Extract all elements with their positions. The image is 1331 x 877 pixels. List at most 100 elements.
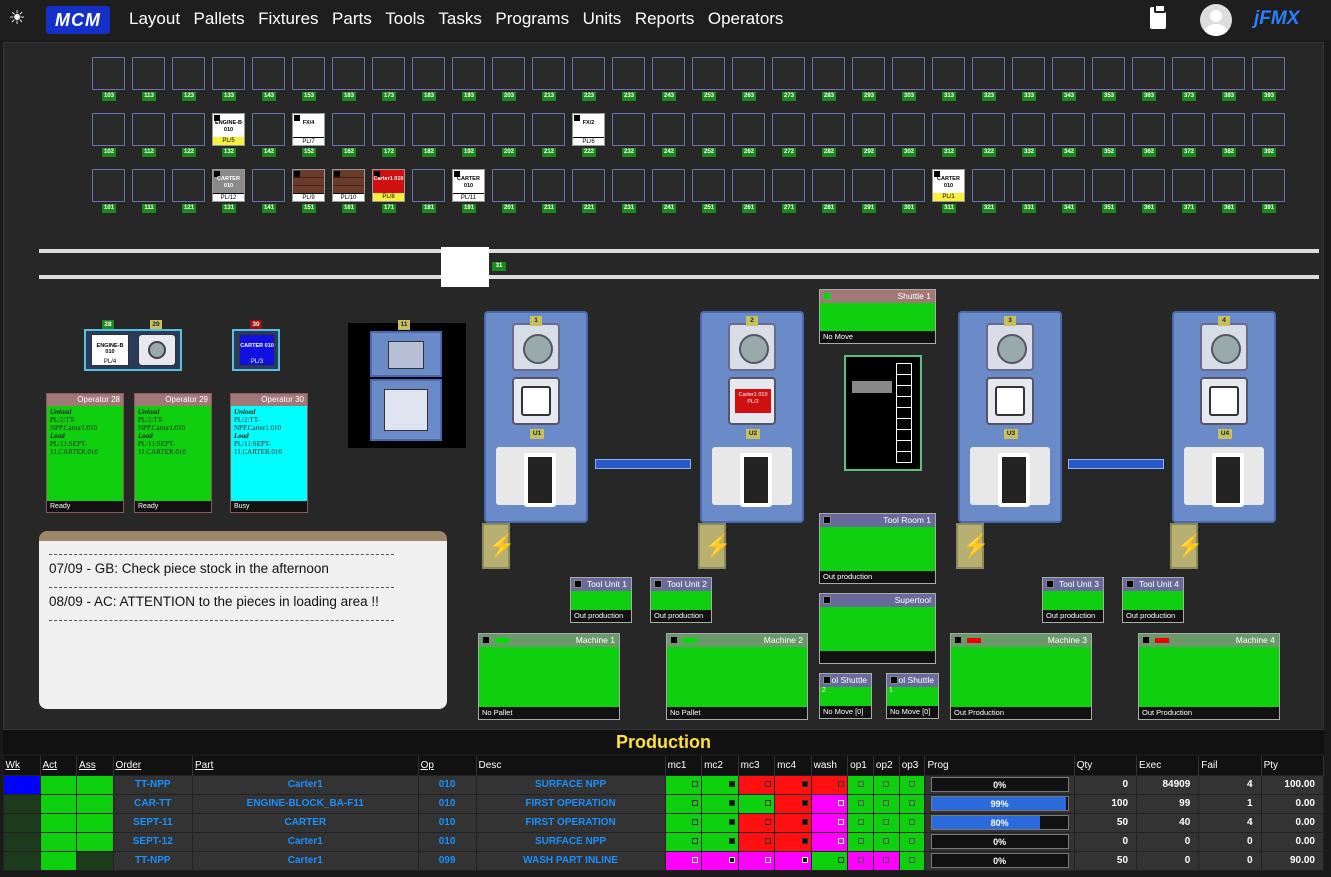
column-header[interactable]: mc2 [701, 756, 739, 775]
stocker-slot[interactable] [372, 113, 405, 146]
stocker-slot[interactable] [612, 57, 645, 90]
nav-tasks[interactable]: Tasks [438, 9, 481, 29]
stocker-slot[interactable] [972, 113, 1005, 146]
column-header[interactable]: op3 [899, 756, 926, 775]
machine-body[interactable]: Carter1 010 PL/2 [700, 311, 804, 523]
stocker-slot[interactable] [1252, 169, 1285, 202]
stocker-slot[interactable] [332, 113, 365, 146]
stocker-slot[interactable] [1012, 113, 1045, 146]
stocker-slot[interactable] [852, 113, 885, 146]
stocker-slot[interactable] [892, 113, 925, 146]
stocker-slot[interactable] [572, 57, 605, 90]
column-header[interactable]: Act [40, 756, 78, 775]
stocker-slot[interactable] [932, 57, 965, 90]
unit-tool-unit-1[interactable]: Tool Unit 1 Out production [570, 577, 632, 623]
machine-body[interactable] [1172, 311, 1276, 523]
operator-card[interactable]: Operator 29 Unload PL/2:TT-NPP.Carter1.010… [134, 393, 212, 513]
stocker-slot[interactable] [172, 113, 205, 146]
stocker-slot[interactable] [1172, 113, 1205, 146]
unit-tool-unit-4[interactable]: Tool Unit 4 Out production [1122, 577, 1184, 623]
stocker-slot[interactable] [1092, 113, 1125, 146]
production-row[interactable]: SEPT-11 CARTER 010 FIRST OPERATION 80% 50 40 4 0… [3, 812, 1325, 833]
stocker-slot[interactable] [412, 57, 445, 90]
stocker-slot[interactable] [252, 169, 285, 202]
column-header[interactable]: mc4 [774, 756, 812, 775]
stocker-slot[interactable] [972, 57, 1005, 90]
stocker-slot[interactable] [1132, 113, 1165, 146]
stocker-slot-pallet[interactable]: FX/2 PL/6 [572, 113, 605, 146]
stocker-slot[interactable] [1052, 57, 1085, 90]
nav-reports[interactable]: Reports [635, 9, 695, 29]
column-header[interactable]: Ass [76, 756, 114, 775]
unit-tool-unit-3[interactable]: Tool Unit 3 Out production [1042, 577, 1104, 623]
stocker-slot[interactable] [1252, 113, 1285, 146]
load-station-30[interactable]: CARTER 010 PL/3 [232, 329, 280, 371]
stocker-slot[interactable] [772, 169, 805, 202]
column-header[interactable]: mc1 [665, 756, 703, 775]
stocker-slot[interactable] [692, 169, 725, 202]
stocker-slot[interactable] [1172, 57, 1205, 90]
nav-layout[interactable]: Layout [129, 9, 180, 29]
stocker-slot[interactable] [1092, 57, 1125, 90]
stocker-slot[interactable] [1132, 169, 1165, 202]
stocker-slot-pallet[interactable]: CARTER 010 PL/11 [452, 169, 485, 202]
nav-pallets[interactable]: Pallets [194, 9, 245, 29]
stocker-slot[interactable] [252, 113, 285, 146]
stocker-slot[interactable] [692, 57, 725, 90]
column-header[interactable]: Pty [1261, 756, 1325, 775]
stocker-slot[interactable] [92, 57, 125, 90]
stocker-slot[interactable] [812, 57, 845, 90]
stocker-slot[interactable] [492, 113, 525, 146]
column-header[interactable]: mc3 [738, 756, 776, 775]
stocker-slot[interactable] [1212, 169, 1245, 202]
tool-rack[interactable] [844, 355, 922, 471]
user-avatar[interactable] [1200, 4, 1232, 36]
stocker-slot[interactable] [492, 169, 525, 202]
stocker-slot-pallet[interactable]: CARTER 010 PL/12 [212, 169, 245, 202]
column-header[interactable]: Exec [1136, 756, 1200, 775]
theme-toggle-icon[interactable]: ☀ [6, 8, 28, 30]
stocker-slot[interactable] [1052, 113, 1085, 146]
stocker-slot-pallet[interactable]: PL/9 [292, 169, 325, 202]
stocker-slot[interactable] [732, 57, 765, 90]
stocker-slot[interactable] [532, 113, 565, 146]
stocker-slot[interactable] [732, 113, 765, 146]
stocker-slot[interactable] [1132, 57, 1165, 90]
wash-station[interactable]: 11 [348, 320, 466, 448]
unit-machine-2[interactable]: Machine 2 No Pallet [666, 633, 808, 720]
stocker-slot[interactable] [652, 113, 685, 146]
unit-shuttle-1[interactable]: Shuttle 1 No Move [819, 289, 936, 344]
production-row[interactable]: SEPT-12 Carter1 010 SURFACE NPP 0% 0 0 0 0.00 [3, 831, 1325, 852]
column-header[interactable]: Prog [924, 756, 1075, 775]
stocker-slot[interactable] [212, 57, 245, 90]
stocker-slot[interactable] [172, 169, 205, 202]
stocker-slot[interactable] [732, 169, 765, 202]
stocker-slot[interactable] [572, 169, 605, 202]
column-header[interactable]: Fail [1198, 756, 1262, 775]
stocker-slot[interactable] [692, 113, 725, 146]
column-header[interactable]: Op [418, 756, 477, 775]
column-header[interactable]: Part [192, 756, 419, 775]
stocker-slot[interactable] [492, 57, 525, 90]
stocker-slot-pallet[interactable]: ENGINE-B 010 PL/5 [212, 113, 245, 146]
stocker-slot-pallet[interactable]: CARTER 010 PL/1 [932, 169, 965, 202]
stocker-slot[interactable] [412, 113, 445, 146]
production-row[interactable]: TT-NPP Carter1 010 SURFACE NPP 0% 0 84909 4 100.… [3, 774, 1325, 795]
stocker-slot[interactable] [532, 169, 565, 202]
production-row[interactable]: TT-NPP Carter1 099 WASH PART INLINE 0% 50 0 0 90… [3, 850, 1325, 871]
stocker-slot[interactable] [972, 169, 1005, 202]
stocker-slot[interactable] [1252, 57, 1285, 90]
message-board[interactable]: 07/09 - GB: Check piece stock in the aft… [39, 531, 447, 709]
nav-parts[interactable]: Parts [332, 9, 372, 29]
stocker-slot[interactable] [1212, 57, 1245, 90]
stocker-slot[interactable] [532, 57, 565, 90]
stocker-slot[interactable] [892, 169, 925, 202]
stocker-slot[interactable] [852, 169, 885, 202]
stocker-slot[interactable] [412, 169, 445, 202]
nav-tools[interactable]: Tools [385, 9, 425, 29]
nav-units[interactable]: Units [583, 9, 622, 29]
stocker-slot[interactable] [1212, 113, 1245, 146]
stocker-slot-pallet[interactable]: FX/4 PL/7 [292, 113, 325, 146]
stocker-slot[interactable] [332, 57, 365, 90]
stocker-slot[interactable] [852, 57, 885, 90]
